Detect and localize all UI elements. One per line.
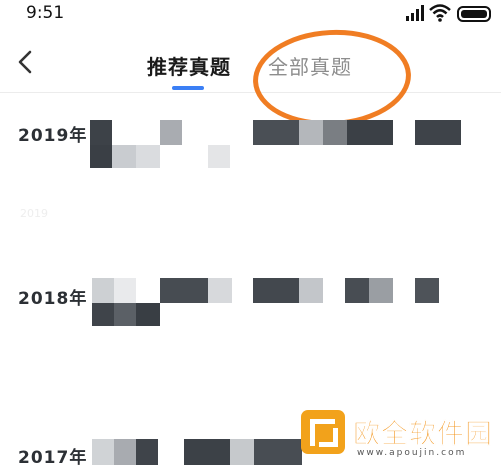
item-title: 2018年 bbox=[18, 289, 88, 309]
tab-recommended-exams[interactable]: 推荐真题 bbox=[147, 51, 231, 80]
wifi-icon bbox=[429, 4, 451, 22]
item-subtitle: 2019 bbox=[20, 207, 48, 220]
signal-icon bbox=[406, 5, 424, 21]
active-tab-indicator bbox=[172, 86, 204, 90]
status-bar: 9:51 bbox=[0, 0, 501, 30]
list-item[interactable]: 2019年 2019 bbox=[0, 115, 501, 220]
pixelated-content bbox=[253, 278, 463, 303]
pixelated-content bbox=[92, 278, 232, 328]
list-item[interactable]: 2018年 bbox=[0, 278, 501, 348]
site-watermark: 欧全软件园 www.apoujin.com bbox=[301, 408, 501, 464]
item-title: 2017年 bbox=[18, 448, 88, 468]
nav-bar: 推荐真题 全部真题 bbox=[0, 25, 501, 131]
pixelated-content bbox=[90, 120, 240, 170]
item-title: 2019年 bbox=[18, 126, 88, 146]
watermark-url: www.apoujin.com bbox=[357, 448, 467, 458]
chevron-left-icon[interactable] bbox=[12, 47, 40, 77]
watermark-logo-icon bbox=[301, 410, 345, 454]
battery-icon bbox=[457, 6, 491, 22]
status-time: 9:51 bbox=[26, 3, 65, 23]
watermark-name: 欧全软件园 bbox=[353, 419, 493, 451]
pixelated-content bbox=[253, 120, 463, 145]
pixelated-content bbox=[92, 435, 302, 465]
